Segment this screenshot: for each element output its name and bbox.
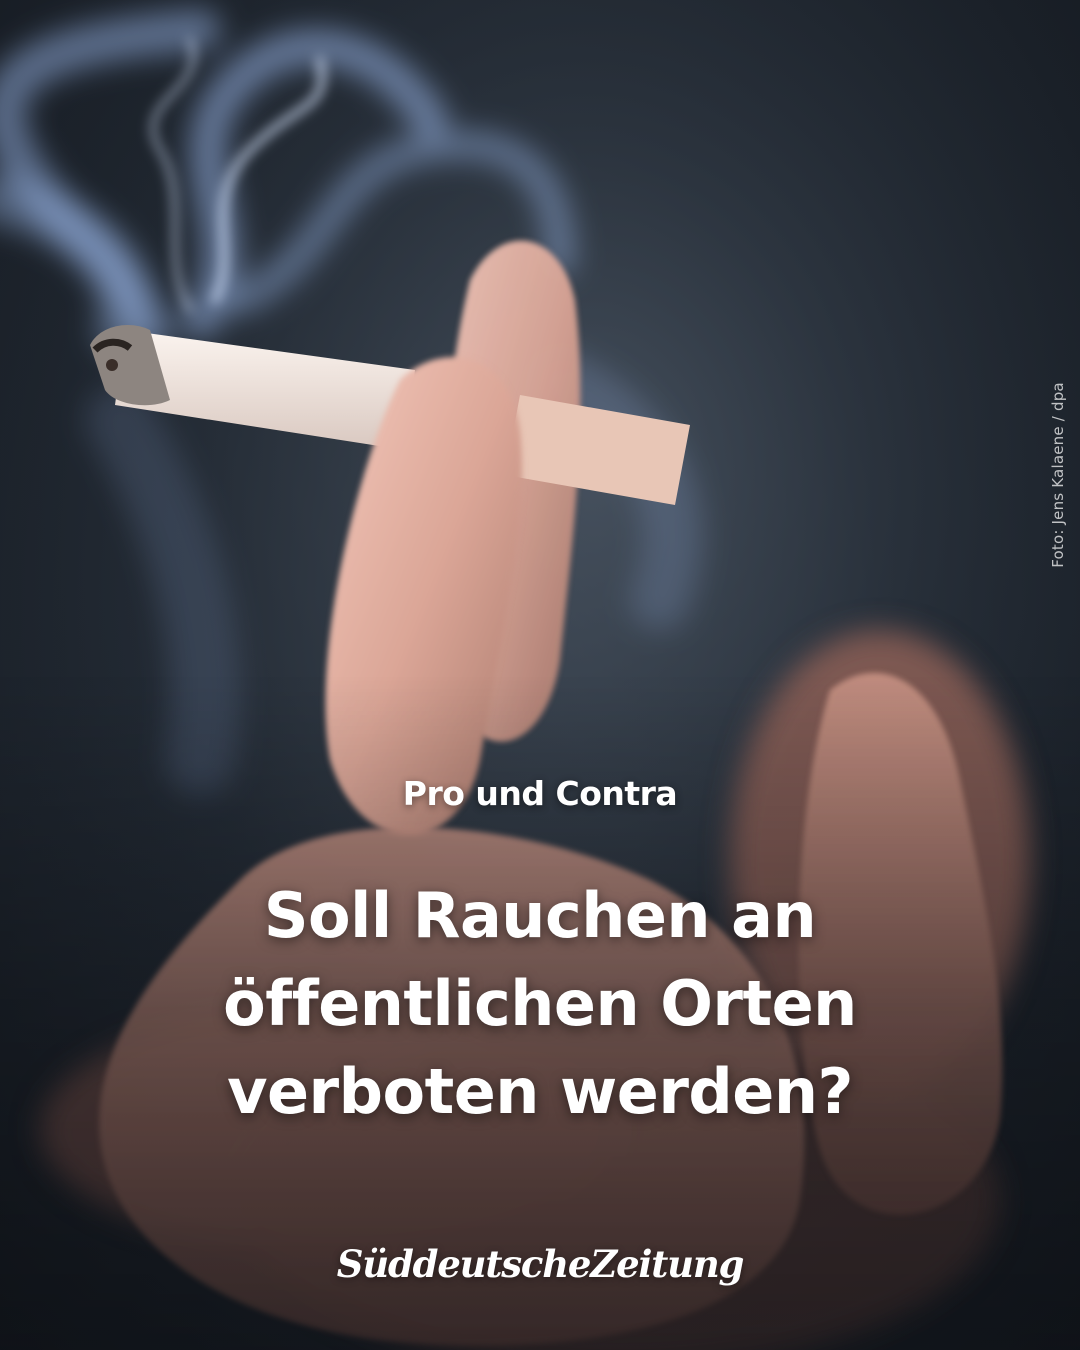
background-photo	[0, 0, 1080, 1350]
headline-line-3: verboten werden?	[227, 1055, 853, 1128]
brand-logo: SüddeutscheZeitung	[336, 1242, 745, 1286]
headline-line-1: Soll Rauchen an	[263, 879, 817, 952]
photo-credit: Foto: Jens Kalaene / dpa	[1049, 382, 1067, 568]
kicker-label: Pro und Contra	[402, 774, 678, 813]
social-post-card: Foto: Jens Kalaene / dpa Pro und Contra …	[0, 0, 1080, 1350]
headline: Soll Rauchen an öffentlichen Orten verbo…	[60, 872, 1020, 1136]
headline-line-2: öffentlichen Orten	[223, 967, 857, 1040]
